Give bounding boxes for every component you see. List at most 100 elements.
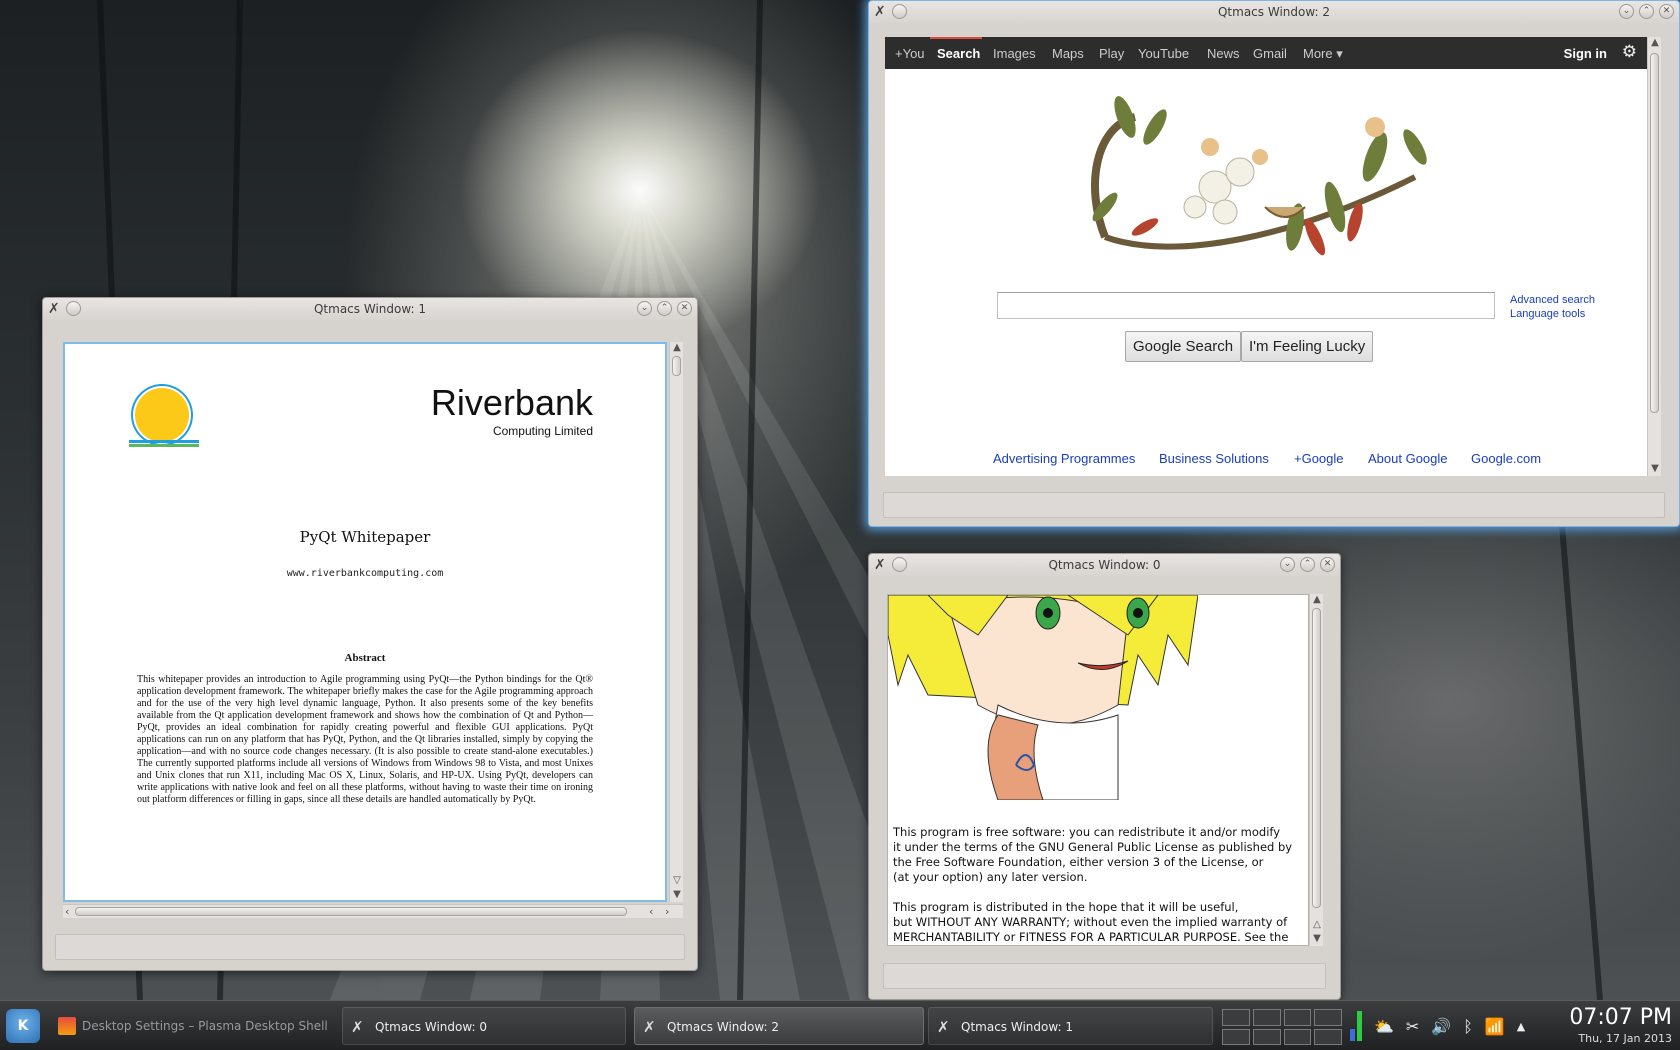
scroll-up-icon[interactable]: △ [1310, 919, 1324, 930]
wifi-icon[interactable]: 📶 [1485, 1017, 1505, 1036]
search-input[interactable] [997, 292, 1495, 319]
scroll-thumb[interactable] [1312, 608, 1321, 908]
google-doodle[interactable] [1075, 87, 1455, 267]
advanced-search-link[interactable]: Advanced search [1510, 293, 1595, 307]
kde-menu-button[interactable]: K [6, 1009, 40, 1043]
vertical-scrollbar[interactable]: ▲ ▼ [1647, 37, 1661, 476]
task-label: Qtmacs Window: 1 [961, 1020, 1074, 1034]
license-line: the Free Software Foundation, either ver… [893, 855, 1264, 869]
google-search-button[interactable]: Google Search [1125, 331, 1242, 362]
sign-in-link[interactable]: Sign in [1564, 46, 1607, 61]
nav-maps[interactable]: Maps [1052, 46, 1084, 61]
footer-business[interactable]: Business Solutions [1159, 451, 1269, 466]
footer-plus-google[interactable]: +Google [1294, 451, 1344, 466]
clock-date: Thu, 17 Jan 2013 [1578, 1032, 1672, 1045]
window-title: Qtmacs Window: 2 [1217, 5, 1330, 19]
nav-youtube[interactable]: YouTube [1138, 46, 1189, 61]
window-title: Qtmacs Window: 1 [313, 302, 426, 316]
task-window-1[interactable]: ✗ Qtmacs Window: 1 [928, 1007, 1213, 1045]
scroll-thumb[interactable] [1650, 53, 1659, 413]
task-window-0[interactable]: ✗ Qtmacs Window: 0 [342, 1007, 626, 1045]
maximize-button[interactable]: ⌃ [1639, 4, 1654, 19]
qtmacs-window-2[interactable]: ✗ Qtmacs Window: 2 ⌄ ⌃ ✕ +You Search Ima… [868, 0, 1680, 527]
mini-buffer[interactable] [883, 492, 1665, 518]
minimize-button[interactable]: ⌄ [637, 301, 652, 316]
nav-plus-you[interactable]: +You [895, 46, 925, 61]
volume-icon[interactable]: 🔊 [1431, 1017, 1451, 1036]
task-window-2[interactable]: ✗ Qtmacs Window: 2 [634, 1007, 924, 1045]
sticky-button[interactable] [891, 557, 907, 572]
sticky-button[interactable] [891, 4, 907, 19]
maximize-button[interactable]: ⌃ [657, 301, 672, 316]
weather-icon[interactable]: ⛅ [1374, 1017, 1394, 1036]
document-title: PyQt Whitepaper [299, 528, 431, 546]
desktop-4[interactable] [1314, 1009, 1342, 1026]
mini-buffer[interactable] [883, 963, 1326, 989]
tray-expand-icon[interactable]: ▲ [1517, 1020, 1525, 1033]
bluetooth-icon[interactable]: ᛒ [1463, 1017, 1473, 1036]
scroll-right-icon[interactable]: › [665, 905, 669, 918]
minimize-button[interactable]: ⌄ [1280, 557, 1295, 572]
web-view[interactable]: +You Search Images Maps Play YouTube New… [885, 37, 1647, 476]
close-button[interactable]: ✕ [1659, 4, 1674, 19]
feeling-lucky-button[interactable]: I'm Feeling Lucky [1241, 331, 1374, 362]
pdf-page[interactable]: Riverbank Computing Limited PyQt Whitepa… [63, 342, 667, 902]
footer-about[interactable]: About Google [1368, 451, 1448, 466]
abstract-text: This whitepaper provides an introduction… [137, 674, 593, 805]
scroll-down-icon[interactable]: ▼ [670, 889, 684, 900]
scroll-up-icon[interactable]: ▲ [670, 342, 684, 353]
vertical-scrollbar[interactable]: ▲ △ ▼ [1309, 594, 1323, 946]
taskbar: K Desktop Settings – Plasma Desktop Shel… [0, 1000, 1680, 1050]
scroll-up-icon[interactable]: ▲ [1310, 594, 1324, 605]
window-1-titlebar[interactable]: ✗ Qtmacs Window: 1 ⌄ ⌃ ✕ [43, 298, 697, 320]
qtmacs-window-0[interactable]: ✗ Qtmacs Window: 0 ⌄ ⌃ ✕ This program is… [868, 553, 1341, 1000]
desktop-6[interactable] [1252, 1028, 1281, 1045]
desktop-8[interactable] [1314, 1028, 1342, 1045]
gear-icon[interactable]: ⚙ [1622, 42, 1637, 62]
text-view[interactable]: This program is free software: you can r… [887, 594, 1309, 946]
desktop-2[interactable] [1252, 1009, 1281, 1026]
scroll-down-icon[interactable]: ▼ [1648, 463, 1662, 474]
desktop-1[interactable] [1222, 1009, 1250, 1026]
scroll-down-icon[interactable]: ▽ [670, 875, 684, 886]
minimize-button[interactable]: ⌄ [1619, 4, 1634, 19]
close-button[interactable]: ✕ [677, 301, 692, 316]
scroll-left-icon[interactable]: ‹ [65, 905, 69, 918]
desktop-5[interactable] [1222, 1028, 1250, 1045]
nav-more[interactable]: More ▾ [1303, 46, 1343, 62]
nav-images[interactable]: Images [993, 46, 1036, 61]
mini-buffer[interactable] [55, 934, 685, 960]
app-icon[interactable]: ✗ [48, 302, 60, 316]
window-0-titlebar[interactable]: ✗ Qtmacs Window: 0 ⌄ ⌃ ✕ [869, 554, 1340, 576]
app-icon[interactable]: ✗ [874, 5, 886, 19]
company-name: Riverbank [430, 382, 593, 423]
scroll-thumb[interactable] [75, 907, 627, 916]
qtmacs-window-1[interactable]: ✗ Qtmacs Window: 1 ⌄ ⌃ ✕ Riverbank Compu… [42, 297, 698, 971]
klipper-icon[interactable]: ✂ [1406, 1017, 1419, 1036]
language-tools-link[interactable]: Language tools [1510, 307, 1595, 321]
task-desktop-settings[interactable]: Desktop Settings – Plasma Desktop Shell [50, 1007, 335, 1045]
horizontal-scrollbar[interactable]: ‹ ‹ › [63, 904, 683, 918]
desktop-3[interactable] [1283, 1009, 1312, 1026]
scroll-up-icon[interactable]: ▲ [1648, 37, 1662, 48]
app-icon[interactable]: ✗ [874, 558, 886, 572]
nav-search[interactable]: Search [937, 46, 980, 61]
footer-advertising[interactable]: Advertising Programmes [993, 451, 1135, 466]
maximize-button[interactable]: ⌃ [1300, 557, 1315, 572]
system-monitor-icon[interactable] [1350, 1011, 1362, 1041]
nav-gmail[interactable]: Gmail [1253, 46, 1287, 61]
virtual-desktop-pager[interactable] [1222, 1009, 1342, 1045]
desktop-7[interactable] [1283, 1028, 1312, 1045]
scroll-down-icon[interactable]: ▼ [1310, 933, 1324, 944]
clock[interactable]: 07:07 PM Thu, 17 Jan 2013 [1569, 1004, 1672, 1045]
sticky-button[interactable] [65, 301, 81, 316]
scroll-thumb[interactable] [672, 356, 681, 376]
close-button[interactable]: ✕ [1320, 557, 1335, 572]
nav-news[interactable]: News [1207, 46, 1240, 61]
qtmacs-icon: ✗ [937, 1018, 950, 1036]
window-2-titlebar[interactable]: ✗ Qtmacs Window: 2 ⌄ ⌃ ✕ [869, 1, 1679, 23]
footer-google-com[interactable]: Google.com [1471, 451, 1541, 466]
scroll-left-icon[interactable]: ‹ [649, 905, 653, 918]
nav-play[interactable]: Play [1099, 46, 1124, 61]
vertical-scrollbar[interactable]: ▲ ▽ ▼ [669, 342, 683, 902]
